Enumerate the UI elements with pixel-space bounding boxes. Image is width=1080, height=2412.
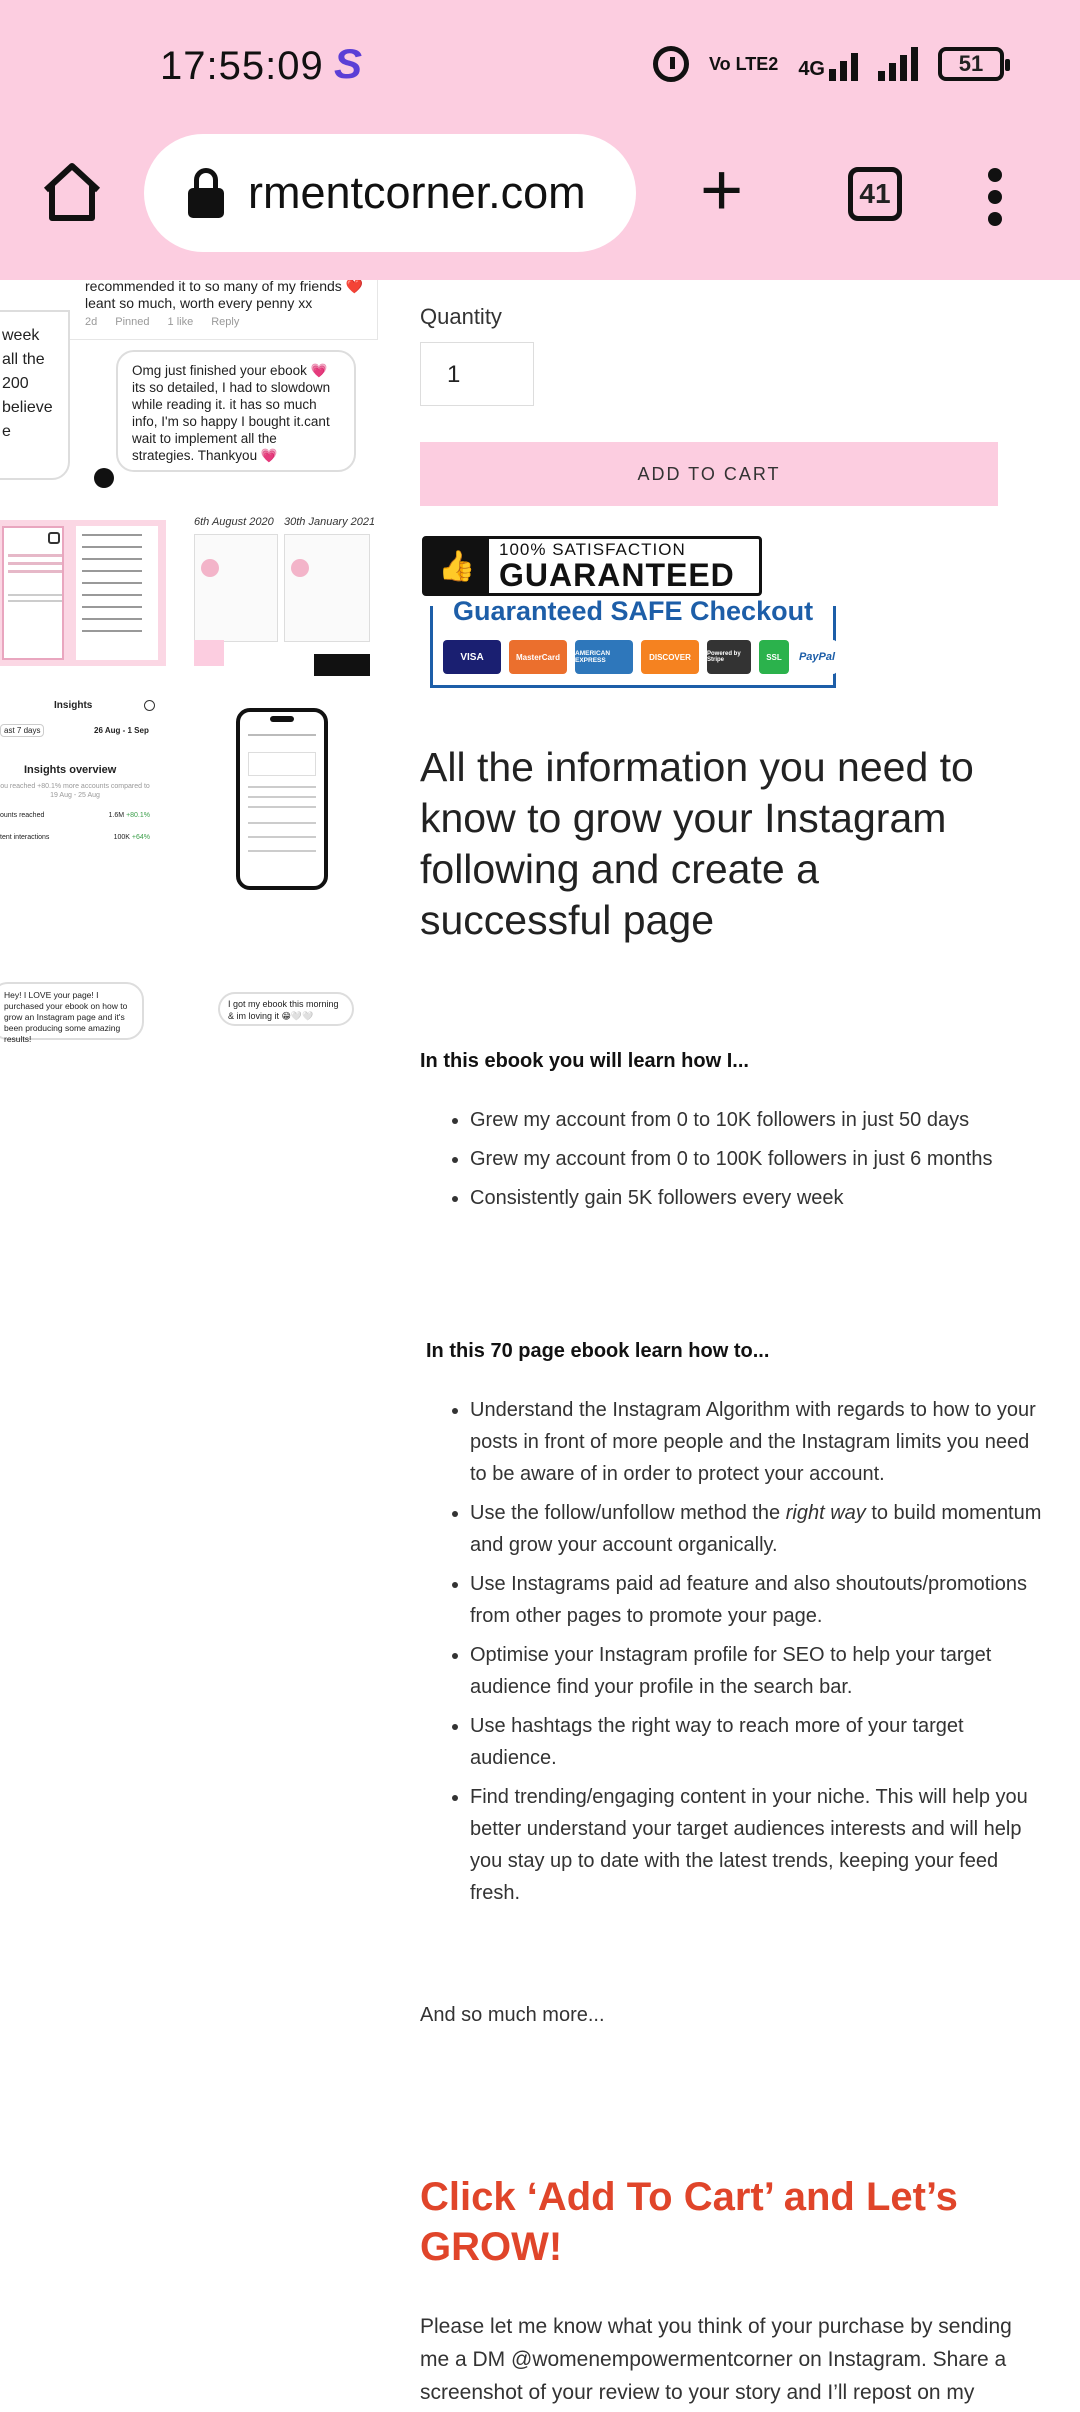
list-item: Optimise your Instagram profile for SEO … [470,1639,1048,1703]
gallery-review-bubble[interactable]: Omg just finished your ebook 💗 its so de… [94,350,378,490]
review-top-line2: leant so much, worth every penny xx [85,295,313,311]
insights-sub: ou reached +80.1% more accounts compared… [0,783,150,799]
product-headline: All the information you need to know to … [420,744,974,943]
insights-range-left: ast 7 days [0,724,45,737]
review-top-meta: 2d Pinned 1 like Reply [85,316,240,328]
quantity-label: Quantity [420,304,502,329]
mastercard-icon: MasterCard [509,640,567,674]
url-bar[interactable]: rmentcorner.com [144,134,636,252]
ebook-cover [2,526,64,660]
stripe-icon: Powered by Stripe [707,640,751,674]
quantity-input[interactable]: 1 [420,342,534,406]
review-top-line1: recommended it to so many of my friends … [85,280,364,294]
gallery-insights[interactable]: Insights ast 7 days 26 Aug - 1 Sep Insig… [0,700,166,860]
lock-icon[interactable] [186,168,226,218]
instagram-icon [48,532,60,544]
list-item: Use hashtags the right way to reach more… [470,1710,1048,1774]
status-icons: Vo LTE2 4G 51 [652,46,1010,82]
alarm-icon [652,46,689,82]
discover-icon: DISCOVER [641,640,699,674]
and-more-text: And so much more... [420,2004,605,2026]
badge-line2: GUARANTEED [499,557,735,593]
home-icon[interactable] [40,160,104,224]
insights-row: ounts reached 1.6M +80.1% [0,812,150,819]
outro-text: Please let me know what you think of you… [420,2315,1012,2404]
list-item: Find trending/engaging content in your n… [470,1781,1048,1909]
profile-after [284,534,370,642]
insights-range-right: 26 Aug - 1 Sep [94,726,149,735]
gallery-ebook-contents[interactable] [0,520,166,666]
safe-checkout-badge: Guaranteed SAFE Checkout VISA MasterCard… [430,596,837,688]
list-item-right-way: Use the follow/unfollow method the right… [470,1497,1048,1561]
visa-icon: VISA [443,640,501,674]
list-item: Grew my account from 0 to 10K followers … [470,1104,1042,1136]
thumbs-up-icon: 👍 [425,539,489,593]
signal-bars-2-icon [878,47,918,81]
product-gallery: recommended it to so many of my friends … [0,280,380,1060]
payment-cards: VISA MasterCard AMERICAN EXPRESS DISCOVE… [443,640,837,674]
info-icon [144,700,155,711]
menu-icon[interactable] [988,168,1002,226]
date-right: 30th January 2021 [284,516,374,528]
battery-icon: 51 [938,47,1010,81]
learn-intro: In this ebook you will learn how I... [420,1050,749,1072]
signal-bars-icon [829,47,858,81]
ebook-contents-page [76,526,158,660]
list-item: Use Instagrams paid ad feature and also … [470,1568,1048,1632]
app-s-icon: S [334,40,363,87]
insights-row: tent interactions 100K +64% [0,834,150,841]
list-item: Consistently gain 5K followers every wee… [470,1182,1042,1214]
howto-list: Understand the Instagram Algorithm with … [452,1394,1048,1916]
cta-heading: Click ‘Add To Cart’ and Let’s GROW! [420,2175,958,2269]
paypal-icon: PayPal [797,640,837,674]
ssl-shield-icon: SSL [759,640,789,674]
volte-icon: Vo LTE2 [708,54,779,74]
howto-intro: In this 70 page ebook learn how to... [426,1340,770,1362]
avatar [94,468,114,488]
network-label: 4G [798,58,825,80]
new-tab-plus-icon[interactable]: + [700,153,743,227]
safe-checkout-title: Guaranteed SAFE Checkout [449,596,818,627]
list-item: Understand the Instagram Algorithm with … [470,1394,1048,1490]
gallery-phone-insights[interactable] [236,708,328,890]
insights-title: Insights [54,700,93,711]
list-item: Grew my account from 0 to 100K followers… [470,1143,1042,1175]
url-text[interactable]: rmentcorner.com [248,167,586,219]
review-left-fragment: week all the 200 believe e [0,310,70,480]
add-to-cart-button[interactable]: ADD TO CART [420,442,998,506]
signal-4g-icon: 4G [798,47,858,81]
review-bubble-text: Omg just finished your ebook 💗 its so de… [116,350,356,472]
date-left: 6th August 2020 [194,516,274,528]
satisfaction-badge: 👍 100% SATISFACTION GUARANTEED [422,536,762,596]
profile-before [194,534,278,642]
learn-list: Grew my account from 0 to 10K followers … [452,1104,1042,1221]
tab-switcher-button[interactable]: 41 [848,167,902,221]
amex-icon: AMERICAN EXPRESS [575,640,633,674]
gallery-growth-comparison[interactable]: 6th August 2020 30th January 2021 [190,516,374,676]
dm-left[interactable]: Hey! I LOVE your page! I purchased your … [0,982,144,1044]
dm-right[interactable]: I got my ebook this morning & im loving … [218,992,354,1026]
insights-overview: Insights overview [24,764,117,776]
status-time: 17:55:09 [160,44,324,88]
browser-chrome: 17:55:09 S Vo LTE2 4G 51 rmentcorner.com… [0,0,1080,280]
